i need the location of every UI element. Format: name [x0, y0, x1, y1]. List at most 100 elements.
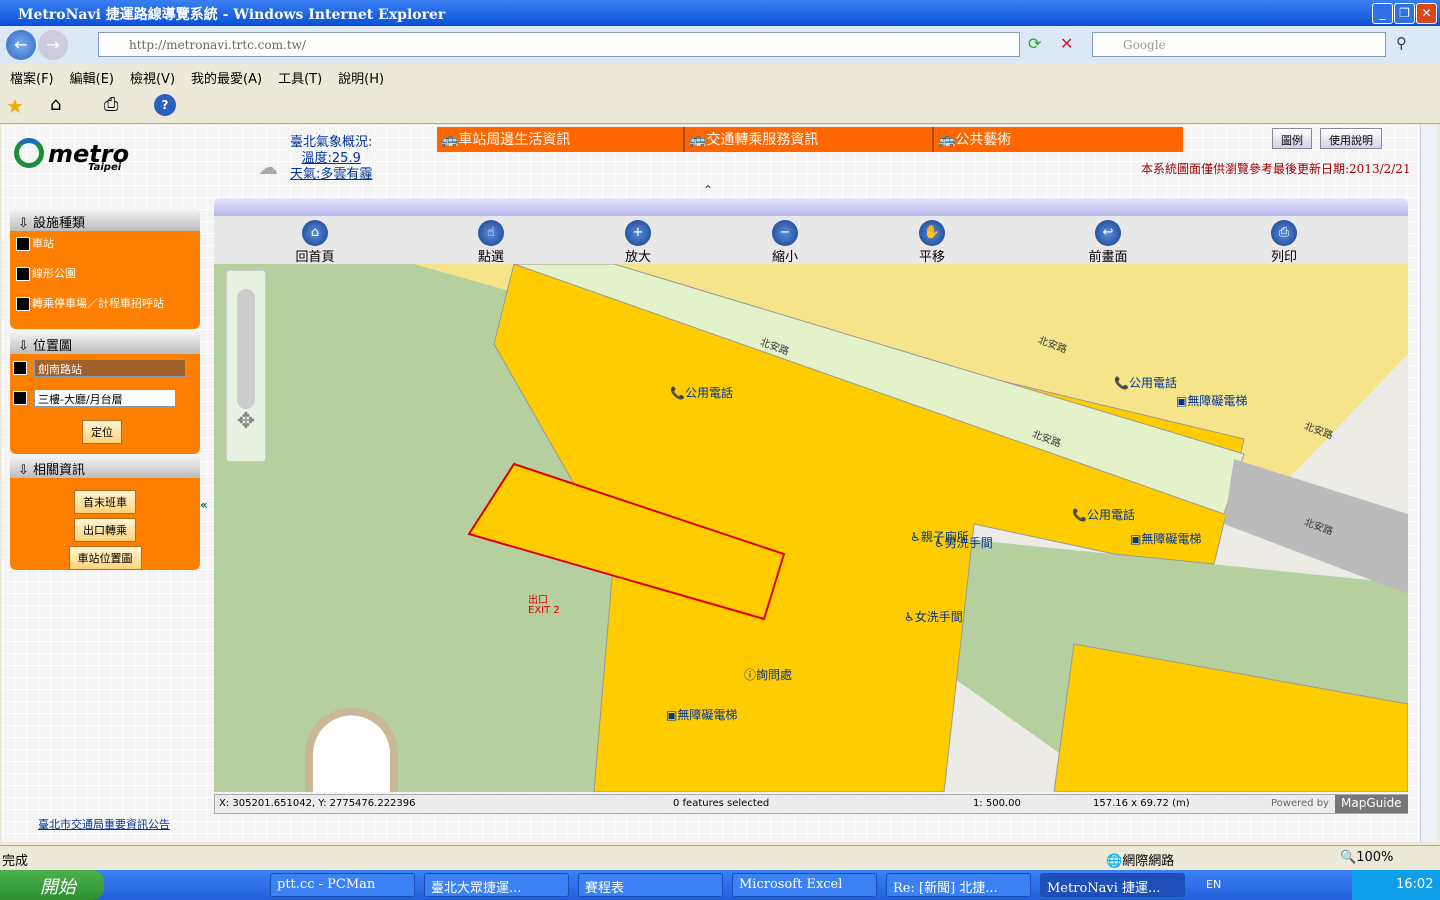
- transport-notice-link[interactable]: 臺北市交通局重要資訊公告: [38, 816, 170, 832]
- nav-life-info[interactable]: 🚌車站周邊生活資訊: [437, 127, 685, 152]
- command-bar: ★ ⌂ ⎙ ?: [0, 90, 1440, 124]
- refresh-icon[interactable]: ⟳: [1028, 34, 1041, 53]
- search-icon[interactable]: ⚲: [1396, 34, 1407, 52]
- panel-title: 位置圖: [33, 339, 73, 354]
- update-notice: 本系統圖面僅供瀏覽參考最後更新日期:2013/2/21: [1141, 162, 1411, 176]
- menu-help[interactable]: 說明(H): [338, 72, 384, 87]
- selection-count: 0 features selected: [673, 798, 770, 809]
- zoom-slider[interactable]: ✥: [226, 270, 266, 462]
- tool-previous[interactable]: ↩ 前畫面: [1068, 220, 1148, 265]
- exit-label: EXIT 2: [528, 605, 560, 616]
- task-trtc[interactable]: 臺北大眾捷運...: [424, 873, 569, 897]
- elevator-marker[interactable]: ▣無障礙電梯: [1130, 530, 1201, 547]
- facility-park[interactable]: 線形公園: [10, 261, 200, 291]
- location-panel: ⇩ 位置圖 劍南路站 三樓-大廳/月台層 定位: [10, 332, 200, 454]
- collapse-up-icon[interactable]: ⌃: [703, 183, 713, 197]
- exit-transfer-button[interactable]: 出口轉乘: [74, 518, 136, 542]
- help-icon[interactable]: ?: [154, 94, 176, 116]
- zoom-level[interactable]: 🔍100%: [1340, 850, 1393, 865]
- zoom-track[interactable]: [237, 289, 255, 409]
- tool-label: 縮小: [771, 250, 798, 265]
- zoom-in-icon: +: [625, 220, 651, 246]
- page-scrollbar[interactable]: [1420, 125, 1438, 842]
- language-indicator[interactable]: EN: [1206, 878, 1221, 891]
- zone-indicator: 🌐網際網路: [1106, 854, 1175, 869]
- locate-button[interactable]: 定位: [82, 420, 122, 444]
- panel-header: ⇩ 相關資訊: [10, 456, 200, 478]
- menu-favorites[interactable]: 我的最愛(A): [191, 72, 262, 87]
- facility-parking[interactable]: 轉乘停車場／計程車招呼站: [10, 291, 200, 321]
- marker-label: 無障礙電梯: [1187, 394, 1248, 408]
- timetable-button[interactable]: 首末班車: [74, 490, 136, 514]
- phone-marker[interactable]: 📞公用電話: [1072, 506, 1135, 523]
- floor-select[interactable]: 三樓-大廳/月台層: [34, 389, 176, 407]
- nav-label: 公共藝術: [955, 132, 1012, 148]
- task-schedule[interactable]: 賽程表: [578, 873, 723, 897]
- tool-print[interactable]: ⎙ 列印: [1244, 220, 1324, 265]
- facility-station[interactable]: 車站: [10, 231, 200, 261]
- menu-tools[interactable]: 工具(T): [278, 72, 322, 87]
- station-map-button[interactable]: 車站位置圖: [68, 546, 142, 570]
- exit-2-marker[interactable]: 出口 EXIT 2: [528, 596, 560, 616]
- marker-label: 無障礙電梯: [677, 708, 738, 722]
- maximize-button[interactable]: ❐: [1394, 3, 1415, 24]
- tool-label: 回首頁: [295, 250, 335, 265]
- marker-label: 女洗手間: [914, 610, 963, 624]
- tool-zoom-in[interactable]: + 放大: [598, 220, 678, 265]
- favorites-star-icon[interactable]: ★: [6, 94, 24, 118]
- tool-label: 放大: [624, 250, 651, 265]
- elevator-marker[interactable]: ▣無障礙電梯: [666, 706, 737, 723]
- url-input[interactable]: http://metronavi.trtc.com.tw/: [98, 32, 1020, 57]
- elevator-marker[interactable]: ▣無障礙電梯: [1176, 392, 1247, 409]
- station-select[interactable]: 劍南路站: [34, 359, 186, 377]
- train-icon: [13, 361, 27, 375]
- stop-icon[interactable]: ✕: [1060, 34, 1073, 53]
- back-button[interactable]: ←: [6, 30, 36, 60]
- close-button[interactable]: ✕: [1416, 3, 1437, 24]
- tool-zoom-out[interactable]: − 縮小: [745, 220, 825, 265]
- marker-label: 公用電話: [1128, 376, 1177, 390]
- item-label: 線形公園: [32, 267, 76, 280]
- menu-edit[interactable]: 編輯(E): [70, 72, 114, 87]
- collapse-left-icon[interactable]: «: [200, 498, 208, 512]
- weather-temp-link[interactable]: 溫度:25.9: [290, 151, 372, 167]
- weather-cond-link[interactable]: 天氣:多雲有霾: [290, 167, 372, 183]
- help-manual-button[interactable]: 使用說明: [1320, 128, 1382, 149]
- legend-button[interactable]: 圖例: [1272, 128, 1312, 149]
- window-title: MetroNavi 捷運路線導覽系統 - Windows Internet Ex…: [0, 0, 1440, 26]
- home-icon[interactable]: ⌂: [50, 94, 61, 115]
- phone-marker[interactable]: 📞公用電話: [670, 384, 733, 401]
- task-excel[interactable]: Microsoft Excel: [732, 873, 877, 897]
- info-desk-marker[interactable]: ⓘ詢問處: [744, 666, 792, 683]
- tool-home[interactable]: ⌂ 回首頁: [275, 220, 355, 265]
- home-icon: ⌂: [302, 220, 328, 246]
- tool-pan[interactable]: ✋ 平移: [892, 220, 972, 265]
- weather-box: 臺北氣象概況: 溫度:25.9 天氣:多雲有霾: [290, 135, 372, 183]
- previous-view-icon: ↩: [1095, 220, 1121, 246]
- mens-restroom-marker[interactable]: ♿男洗手間: [934, 534, 993, 551]
- nav-public-art[interactable]: 🚌公共藝術: [934, 127, 1183, 152]
- marker-label: 男洗手間: [944, 536, 993, 550]
- panel-header: ⇩ 設施種類: [10, 209, 200, 231]
- browser-status-bar: 完成 🌐網際網路 🔍100%: [0, 845, 1440, 869]
- minimize-button[interactable]: _: [1372, 3, 1393, 24]
- tool-select[interactable]: ☝ 點選: [451, 220, 531, 265]
- station-map[interactable]: 北安路 北安路 北安路 北安路 北安路 📞公用電話 📞公用電話 📞公用電話 ▣無…: [214, 264, 1408, 792]
- nav-label: 車站周邊生活資訊: [458, 132, 571, 148]
- task-pcman[interactable]: ptt.cc - PCMan: [270, 873, 415, 897]
- womens-restroom-marker[interactable]: ♿女洗手間: [904, 608, 963, 625]
- metro-logo-icon: [14, 138, 44, 168]
- panel-header: ⇩ 位置圖: [10, 332, 200, 354]
- forward-button[interactable]: →: [38, 30, 68, 60]
- task-chrome[interactable]: Re: [新聞] 北捷...: [886, 873, 1031, 897]
- phone-marker[interactable]: 📞公用電話: [1114, 374, 1177, 391]
- print-icon[interactable]: ⎙: [104, 94, 118, 115]
- menu-file[interactable]: 檔案(F): [10, 72, 54, 87]
- menu-view[interactable]: 檢視(V): [130, 72, 175, 87]
- task-metronavi[interactable]: MetroNavi 捷運...: [1040, 873, 1185, 897]
- pan-arrows-icon[interactable]: ✥: [227, 409, 265, 434]
- nav-transfer-info[interactable]: 🚌交通轉乘服務資訊: [685, 127, 934, 152]
- search-input[interactable]: Google: [1092, 32, 1386, 57]
- start-button[interactable]: 開始: [0, 870, 104, 900]
- item-label: 車站: [32, 237, 54, 250]
